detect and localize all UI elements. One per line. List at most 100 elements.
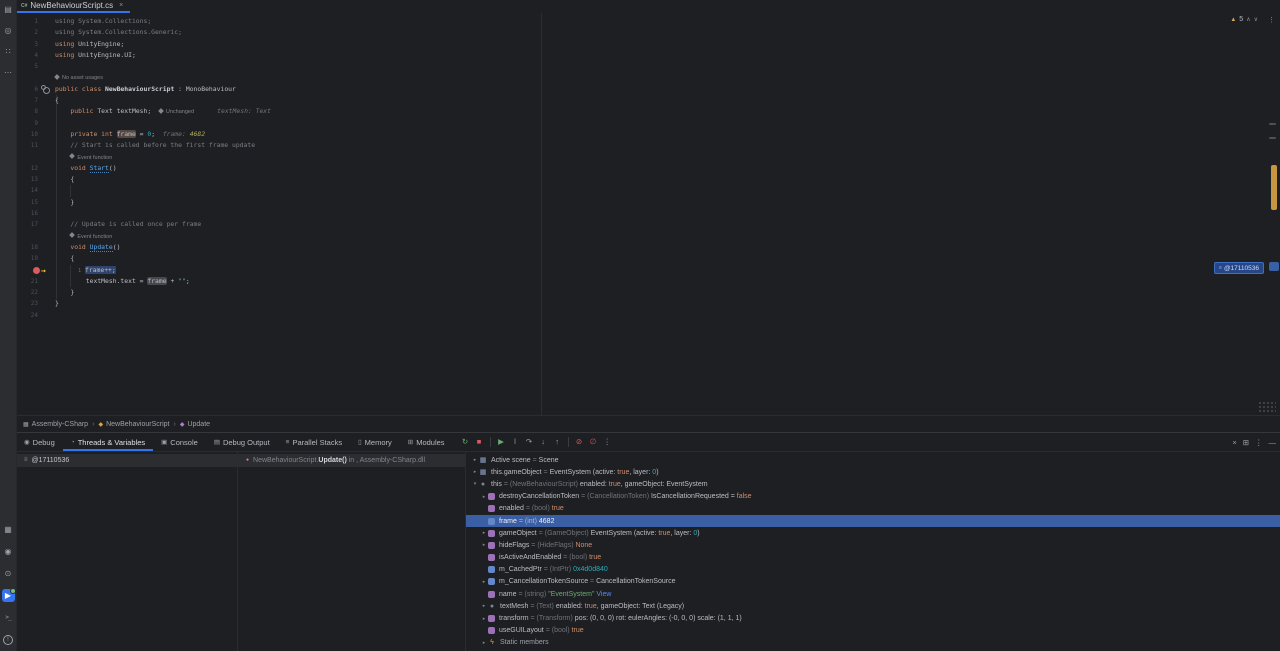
prev-problem-icon[interactable]: ∧ [1246, 16, 1250, 23]
tab-threads-variables[interactable]: ◔Threads & Variables [63, 433, 153, 451]
close-tab-icon[interactable]: × [119, 2, 123, 9]
stack-frame-row[interactable]: ●NewBehaviourScript.Update() in , Assemb… [238, 454, 465, 467]
variable-row[interactable]: ▸destroyCancellationToken = (Cancellatio… [466, 491, 1280, 503]
variable-row[interactable]: ▾●this = (NewBehaviourScript) enabled: t… [466, 478, 1280, 490]
build-icon[interactable]: ▦ [2, 523, 15, 536]
project-icon[interactable]: ▤ [2, 3, 15, 16]
inspections-more-icon[interactable]: ⋮ [1268, 16, 1275, 24]
code-line[interactable]: 12 void Start() [16, 163, 1280, 174]
thread-row[interactable]: ≡ @17110536 [16, 454, 237, 467]
code-line[interactable]: 8 public Text textMesh; Unchanged textMe… [16, 106, 1280, 117]
problems-icon[interactable]: ! [2, 633, 15, 646]
tab-debug-output[interactable]: ▤Debug Output [206, 433, 278, 451]
variable-row[interactable]: isActiveAndEnabled = (bool) true [466, 552, 1280, 564]
variable-row[interactable]: ▸m_CancellationTokenSource = Cancellatio… [466, 576, 1280, 588]
variable-row[interactable]: ▸gameObject = (GameObject) EventSystem (… [466, 527, 1280, 539]
rerun-icon[interactable]: ↻ [459, 438, 472, 446]
code-line[interactable]: 1using System.Collections; [16, 16, 1280, 27]
tab-parallel-stacks[interactable]: ≡Parallel Stacks [278, 433, 350, 451]
code-line[interactable]: 24 [16, 310, 1280, 321]
run-icon[interactable]: ◉ [2, 545, 15, 558]
code-line[interactable]: → 1 frame++; [16, 265, 1280, 276]
code-annotation-line[interactable]: Event function [16, 152, 1280, 163]
more-options-icon[interactable]: ⋮ [1255, 438, 1263, 447]
chevron-icon[interactable]: ▸ [471, 469, 479, 475]
tab-modules[interactable]: ⊞Modules [400, 433, 453, 451]
view-breakpoints-icon[interactable]: ∅ [587, 438, 600, 446]
stop-icon[interactable]: ■ [473, 438, 486, 446]
variable-row[interactable]: ▸transform = (Transform) pos: (0, 0, 0) … [466, 612, 1280, 624]
variable-row[interactable]: enabled = (bool) true [466, 503, 1280, 515]
breakpoint-icon[interactable] [33, 267, 40, 274]
breadcrumb-assembly[interactable]: ▦Assembly-CSharp [23, 421, 88, 428]
resume-icon[interactable]: ▶ [495, 438, 508, 446]
code-annotation-line[interactable]: No asset usages [16, 72, 1280, 83]
inheritance-icon[interactable] [43, 87, 50, 94]
step-over-icon[interactable]: ↷ [523, 438, 536, 446]
tab-console[interactable]: ▣Console [153, 433, 206, 451]
structure-icon[interactable]: ∷ [2, 45, 15, 58]
chevron-icon[interactable]: ▸ [480, 640, 488, 646]
mute-breakpoints-icon[interactable]: ⊘ [573, 438, 586, 446]
code-line[interactable]: 10 private int frame = 0; frame: 4682 [16, 129, 1280, 140]
inspections-widget[interactable]: ▲ 5 ∧ ∨ [1230, 16, 1258, 23]
layout-settings-icon[interactable]: ⊞ [1243, 438, 1249, 447]
code-line[interactable]: 14 [16, 185, 1280, 196]
terminal-icon[interactable]: >_ [2, 611, 15, 624]
breadcrumb-class[interactable]: ◆NewBehaviourScript [98, 421, 169, 428]
variable-row[interactable]: name = (string) "EventSystem" View [466, 588, 1280, 600]
code-line[interactable]: 7{ [16, 95, 1280, 106]
more-tool-windows-icon[interactable]: ⋯ [2, 66, 15, 79]
chevron-icon[interactable]: ▾ [471, 481, 479, 487]
chevron-icon[interactable]: ▸ [480, 530, 488, 536]
commit-icon[interactable]: ◎ [2, 24, 15, 37]
code-line[interactable]: 5 [16, 61, 1280, 72]
minimize-icon[interactable]: — [1269, 438, 1277, 447]
step-into-icon[interactable]: ↓ [537, 438, 550, 446]
code-line[interactable]: 4using UnityEngine.UI; [16, 50, 1280, 61]
code-annotation-line[interactable]: Event function [16, 231, 1280, 242]
chevron-icon[interactable]: ▸ [471, 457, 479, 463]
code-editor[interactable]: 1using System.Collections;2using System.… [16, 13, 1280, 415]
code-line[interactable]: 19 { [16, 253, 1280, 264]
code-line[interactable]: 3using UnityEngine; [16, 39, 1280, 50]
more-actions-icon[interactable]: ⋮ [601, 438, 614, 446]
pause-icon[interactable]: ‖ [509, 438, 522, 446]
code-line[interactable]: 17 // Update is called once per frame [16, 219, 1280, 230]
code-line[interactable]: 23} [16, 298, 1280, 309]
chevron-icon[interactable]: ▸ [480, 616, 488, 622]
variable-row[interactable]: ▸●textMesh = (Text) enabled: true, gameO… [466, 600, 1280, 612]
code-line[interactable]: 16 [16, 208, 1280, 219]
code-line[interactable]: 22 } [16, 287, 1280, 298]
variable-row[interactable]: ▸hideFlags = (HideFlags) None [466, 539, 1280, 551]
code-line[interactable]: 2using System.Collections.Generic; [16, 27, 1280, 38]
debug-icon[interactable]: ▶ [2, 589, 15, 602]
view-link[interactable]: View [596, 591, 611, 598]
profiler-icon[interactable]: ⊙ [2, 567, 15, 580]
code-line[interactable]: 6public class NewBehaviourScript : MonoB… [16, 84, 1280, 95]
code-line[interactable]: 9 [16, 118, 1280, 129]
variable-row[interactable]: m_CachedPtr = (IntPtr) 0x4d0d840 [466, 564, 1280, 576]
code-line[interactable]: 18 void Update() [16, 242, 1280, 253]
breadcrumb-method[interactable]: ◆Update [180, 421, 210, 428]
next-problem-icon[interactable]: ∨ [1254, 16, 1258, 23]
chevron-icon[interactable]: ▸ [480, 542, 488, 548]
code-line[interactable]: 11 // Start is called before the first f… [16, 140, 1280, 151]
code-line[interactable]: 13 { [16, 174, 1280, 185]
variable-row[interactable]: useGUILayout = (bool) true [466, 625, 1280, 637]
chevron-icon[interactable]: ▸ [480, 494, 488, 500]
tab-memory[interactable]: ▯Memory [350, 433, 400, 451]
editor-tab[interactable]: C# NewBehaviourScript.cs × [16, 0, 130, 13]
tab-debug[interactable]: ◉Debug [16, 433, 63, 451]
resize-grip[interactable] [1258, 401, 1276, 412]
hide-icon[interactable]: × [1232, 438, 1236, 447]
code-line[interactable]: 15 } [16, 197, 1280, 208]
variable-row[interactable]: ▸ϟStatic members [466, 637, 1280, 649]
variable-row[interactable]: ▸▦this.gameObject = EventSystem (active:… [466, 466, 1280, 478]
variable-row[interactable]: ▸▦Active scene = Scene [466, 454, 1280, 466]
chevron-icon[interactable]: ▸ [480, 603, 488, 609]
chevron-icon[interactable]: ▸ [480, 579, 488, 585]
variable-row[interactable]: frame = (int) 4682 [466, 515, 1280, 527]
code-line[interactable]: 21 textMesh.text = frame + ""; [16, 276, 1280, 287]
step-out-icon[interactable]: ↑ [551, 438, 564, 446]
